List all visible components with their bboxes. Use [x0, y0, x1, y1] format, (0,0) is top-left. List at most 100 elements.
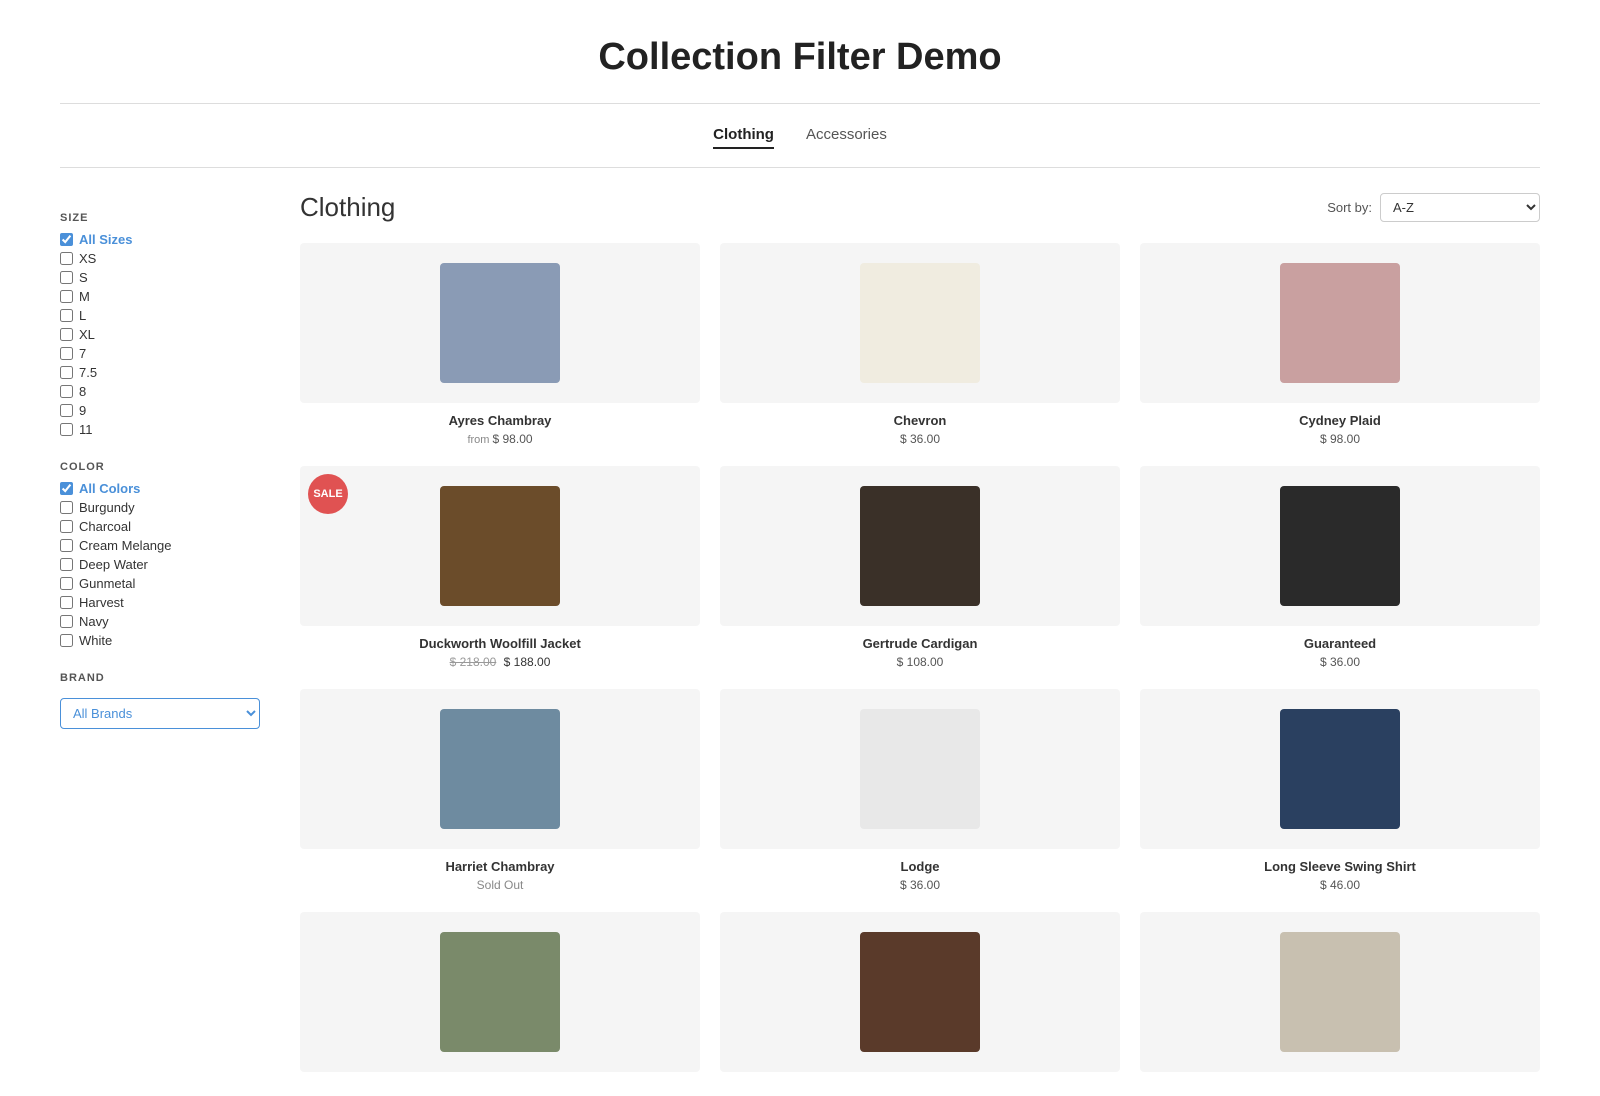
size-filter-11[interactable]: 11: [60, 422, 260, 437]
color-filter-burgundy[interactable]: Burgundy: [60, 500, 260, 515]
size-filter-l[interactable]: L: [60, 308, 260, 323]
product-card-ayres-chambray[interactable]: Ayres Chambray from $ 98.00: [300, 243, 700, 446]
color-white-label[interactable]: White: [79, 633, 112, 648]
color-filter-harvest[interactable]: Harvest: [60, 595, 260, 610]
color-all-checkbox[interactable]: [60, 482, 73, 495]
size-xs-label[interactable]: XS: [79, 251, 96, 266]
product-card-chevron[interactable]: Chevron $ 36.00: [720, 243, 1120, 446]
size-xl-checkbox[interactable]: [60, 328, 73, 341]
size-7-checkbox[interactable]: [60, 347, 73, 360]
product-price-long-sleeve: $ 46.00: [1320, 878, 1360, 892]
page-title: Collection Filter Demo: [0, 0, 1600, 103]
color-harvest-label[interactable]: Harvest: [79, 595, 124, 610]
products-title: Clothing: [300, 192, 395, 223]
original-price: $ 218.00: [450, 655, 497, 669]
size-filter-header: SIZE: [60, 212, 260, 224]
nav-tabs: Clothing Accessories: [60, 104, 1540, 168]
size-filter-xl[interactable]: XL: [60, 327, 260, 342]
product-price-gertrude: $ 108.00: [897, 655, 944, 669]
brand-filter-header: BRAND: [60, 672, 260, 684]
product-card-gertrude[interactable]: Gertrude Cardigan $ 108.00: [720, 466, 1120, 669]
color-filter-charcoal[interactable]: Charcoal: [60, 519, 260, 534]
size-9-label[interactable]: 9: [79, 403, 86, 418]
size-xs-checkbox[interactable]: [60, 252, 73, 265]
product-card-cydney-plaid[interactable]: Cydney Plaid $ 98.00: [1140, 243, 1540, 446]
tab-clothing[interactable]: Clothing: [713, 122, 774, 149]
price-value: $ 36.00: [900, 432, 940, 446]
product-name-duckworth: Duckworth Woolfill Jacket: [419, 636, 581, 651]
size-8-checkbox[interactable]: [60, 385, 73, 398]
product-name-guaranteed: Guaranteed: [1304, 636, 1376, 651]
size-l-label[interactable]: L: [79, 308, 86, 323]
color-filter-navy[interactable]: Navy: [60, 614, 260, 629]
size-filter-9[interactable]: 9: [60, 403, 260, 418]
product-image-row4-1: [300, 912, 700, 1072]
size-7-label[interactable]: 7: [79, 346, 86, 361]
color-navy-checkbox[interactable]: [60, 615, 73, 628]
product-sold-out-harriet: Sold Out: [477, 878, 524, 892]
color-filter-cream-melange[interactable]: Cream Melange: [60, 538, 260, 553]
sort-select[interactable]: A-Z Z-A Price: Low to High Price: High t…: [1380, 193, 1540, 222]
size-11-checkbox[interactable]: [60, 423, 73, 436]
size-11-label[interactable]: 11: [79, 422, 93, 437]
color-burgundy-label[interactable]: Burgundy: [79, 500, 135, 515]
product-image-lodge: [720, 689, 1120, 849]
color-burgundy-checkbox[interactable]: [60, 501, 73, 514]
size-filter-s[interactable]: S: [60, 270, 260, 285]
product-card-row4-1[interactable]: [300, 912, 700, 1072]
color-filter-gunmetal[interactable]: Gunmetal: [60, 576, 260, 591]
color-harvest-checkbox[interactable]: [60, 596, 73, 609]
product-name-ayres-chambray: Ayres Chambray: [449, 413, 552, 428]
product-image-cydney-plaid: [1140, 243, 1540, 403]
product-card-row4-3[interactable]: [1140, 912, 1540, 1072]
size-filter-xs[interactable]: XS: [60, 251, 260, 266]
product-image-chevron: [720, 243, 1120, 403]
sale-price: $ 188.00: [504, 655, 551, 669]
size-filter-all-sizes[interactable]: All Sizes: [60, 232, 260, 247]
size-filter-7-5[interactable]: 7.5: [60, 365, 260, 380]
product-price-duckworth: $ 218.00 $ 188.00: [450, 655, 551, 669]
color-gunmetal-checkbox[interactable]: [60, 577, 73, 590]
size-filter-8[interactable]: 8: [60, 384, 260, 399]
product-image-ayres-chambray: [300, 243, 700, 403]
color-filter-all[interactable]: All Colors: [60, 481, 260, 496]
size-filter-7[interactable]: 7: [60, 346, 260, 361]
size-l-checkbox[interactable]: [60, 309, 73, 322]
size-s-label[interactable]: S: [79, 270, 88, 285]
color-gunmetal-label[interactable]: Gunmetal: [79, 576, 135, 591]
color-cream-checkbox[interactable]: [60, 539, 73, 552]
color-deep-water-label[interactable]: Deep Water: [79, 557, 148, 572]
color-white-checkbox[interactable]: [60, 634, 73, 647]
tab-accessories[interactable]: Accessories: [806, 122, 887, 149]
product-card-duckworth[interactable]: SALE Duckworth Woolfill Jacket $ 218.00 …: [300, 466, 700, 669]
size-filter-m[interactable]: M: [60, 289, 260, 304]
color-navy-label[interactable]: Navy: [79, 614, 109, 629]
product-card-long-sleeve[interactable]: Long Sleeve Swing Shirt $ 46.00: [1140, 689, 1540, 892]
size-m-checkbox[interactable]: [60, 290, 73, 303]
price-from-label: from: [467, 434, 492, 446]
product-card-guaranteed[interactable]: Guaranteed $ 36.00: [1140, 466, 1540, 669]
sale-badge: SALE: [308, 474, 348, 514]
size-s-checkbox[interactable]: [60, 271, 73, 284]
color-deep-water-checkbox[interactable]: [60, 558, 73, 571]
product-card-harriet[interactable]: Harriet Chambray Sold Out: [300, 689, 700, 892]
product-price-ayres-chambray: from $ 98.00: [467, 432, 532, 446]
color-filter-white[interactable]: White: [60, 633, 260, 648]
color-charcoal-label[interactable]: Charcoal: [79, 519, 131, 534]
size-xl-label[interactable]: XL: [79, 327, 95, 342]
color-all-label[interactable]: All Colors: [79, 481, 140, 496]
brand-select[interactable]: All Brands: [60, 698, 260, 729]
product-card-lodge[interactable]: Lodge $ 36.00: [720, 689, 1120, 892]
size-8-label[interactable]: 8: [79, 384, 86, 399]
product-card-row4-2[interactable]: [720, 912, 1120, 1072]
size-all-label[interactable]: All Sizes: [79, 232, 132, 247]
size-7-5-label[interactable]: 7.5: [79, 365, 97, 380]
color-charcoal-checkbox[interactable]: [60, 520, 73, 533]
color-cream-label[interactable]: Cream Melange: [79, 538, 172, 553]
size-m-label[interactable]: M: [79, 289, 90, 304]
size-9-checkbox[interactable]: [60, 404, 73, 417]
color-filter-deep-water[interactable]: Deep Water: [60, 557, 260, 572]
main-content: SIZE All Sizes XS S M L XL 7: [0, 168, 1600, 1096]
size-all-checkbox[interactable]: [60, 233, 73, 246]
size-7-5-checkbox[interactable]: [60, 366, 73, 379]
